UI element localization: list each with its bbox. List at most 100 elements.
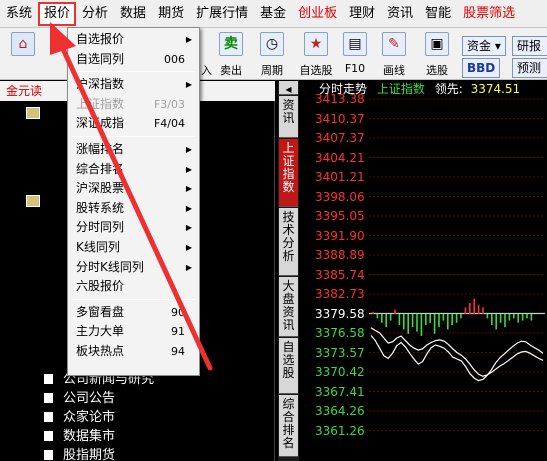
submenu-arrow-icon: ▶: [185, 145, 192, 154]
dropdown-item-shortcut: F3/03: [153, 97, 185, 111]
vertical-tab-3[interactable]: 大盘资讯: [279, 277, 298, 337]
dropdown-item-7[interactable]: 沪深股票 ▶: [68, 179, 199, 198]
menu-item-4[interactable]: 期货: [152, 2, 190, 26]
page-icon: [44, 431, 53, 441]
vertical-tab-4[interactable]: 自选股: [279, 338, 298, 394]
menu-item-10[interactable]: 智能: [419, 2, 457, 26]
menu-item-9[interactable]: 资讯: [381, 2, 419, 26]
research-label: 研报: [517, 39, 542, 53]
submenu-arrow-icon: ▶: [185, 243, 192, 252]
funds-label: 资金: [467, 39, 492, 53]
dropdown-item-0[interactable]: 自选报价 ▶: [68, 30, 199, 49]
funds-button[interactable]: 资金 ▾: [462, 36, 506, 56]
vertical-tab-5[interactable]: 综合排名: [279, 395, 298, 457]
menu-item-7[interactable]: 创业板: [292, 2, 343, 26]
dropdown-item-shortcut: F4/04: [153, 117, 185, 131]
dropdown-item-11[interactable]: 分时K线同列 ▶: [68, 258, 199, 277]
sell-button[interactable]: 卖 卖出: [216, 32, 246, 78]
folder-icon: [26, 195, 40, 207]
dropdown-item-3[interactable]: 上证指数 F3/03: [68, 95, 199, 114]
sell-label: 卖出: [220, 64, 242, 77]
pencil-icon: ✎: [382, 32, 406, 56]
self-select-label: 自选股: [299, 64, 333, 77]
submenu-arrow-icon: ▶: [185, 35, 192, 44]
dropdown-item-label: 深证成指: [76, 116, 125, 131]
dropdown-item-12[interactable]: 六股报价: [68, 277, 199, 296]
dropdown-item-label: 主力大单: [76, 324, 125, 339]
period-button[interactable]: ◷ 周期: [254, 32, 290, 78]
nav-item-label: 股指期货: [63, 448, 116, 461]
menu-item-0[interactable]: 系统: [0, 2, 38, 26]
menu-item-1[interactable]: 报价: [38, 1, 77, 26]
dropdown-item-14[interactable]: 主力大单 91: [68, 322, 199, 341]
dropdown-item-5[interactable]: 涨幅排名 ▶: [68, 140, 199, 159]
dropdown-item-6[interactable]: 综合排名 ▶: [68, 160, 199, 179]
menubar: 系统 报价 分析 数据 期货 扩展行情 基金 创业板 理财 资讯 智能 股票筛选: [0, 0, 547, 28]
menu-item-5[interactable]: 扩展行情: [190, 2, 254, 26]
nav-item-label: 众家论市: [63, 410, 116, 425]
dropdown-item-label: 分时K线同列: [76, 259, 144, 274]
page-icon: [44, 393, 53, 403]
menu-separator: [72, 71, 195, 73]
dropdown-item-shortcut: 94: [171, 345, 185, 358]
f10-button[interactable]: ▤ F10: [340, 32, 370, 78]
f10-label: F10: [344, 62, 366, 75]
dropdown-item-2[interactable]: 沪深指数 ▶: [68, 75, 199, 94]
dropdown-item-13[interactable]: 多窗看盘 90: [68, 303, 199, 322]
clock-icon: ◷: [260, 32, 284, 56]
vertical-tab-2[interactable]: 技术分析: [279, 208, 298, 276]
submenu-arrow-icon: ▶: [185, 80, 192, 90]
menu-item-11[interactable]: 股票筛选: [457, 2, 521, 26]
dropdown-item-shortcut: 006: [164, 52, 185, 66]
document-icon: ▤: [343, 32, 367, 56]
home-button[interactable]: ⌂: [8, 32, 38, 78]
forecast-button[interactable]: 预测: [512, 58, 547, 78]
dropdown-item-label: 板块热点: [76, 344, 125, 358]
dropdown-item-label: 自选同列: [76, 51, 125, 66]
vertical-tab-0[interactable]: 资讯: [279, 96, 298, 138]
nav-item-label: 数据集市: [63, 429, 116, 444]
nav-item-label: 公司公告: [63, 391, 116, 406]
stock-screen-button[interactable]: ▣ 选股: [418, 32, 456, 78]
dropdown-item-label: 分时同列: [76, 220, 125, 235]
nav-item[interactable]: 股指期货: [44, 447, 115, 461]
folder-icon: [26, 107, 40, 119]
quote-dropdown-menu: 自选报价 ▶ 自选同列 006 沪深指数 ▶ 上证指数 F3/03 深证成指 F4/04 涨幅排名 ▶…: [67, 27, 200, 376]
screen-icon: ▣: [425, 32, 449, 56]
bbd-button[interactable]: BBD: [462, 58, 501, 78]
menu-item-3[interactable]: 数据: [114, 2, 152, 26]
submenu-arrow-icon: ▶: [185, 203, 192, 213]
dropdown-item-15[interactable]: 板块热点 94: [68, 342, 199, 361]
star-icon: ★: [304, 32, 328, 56]
intraday-chart: 分时走势 上证指数 领先: 3374.51 3413.38 3410.37 3407…: [299, 81, 547, 461]
dropdown-item-shortcut: 90: [171, 305, 185, 319]
dropdown-item-8[interactable]: 股转系统 ▶: [68, 199, 199, 218]
menu-item-6[interactable]: 基金: [254, 2, 292, 26]
submenu-arrow-icon: ▶: [185, 262, 192, 272]
dropdown-item-label: 股转系统: [76, 200, 125, 215]
home-icon: ⌂: [11, 32, 35, 56]
sell-icon: 卖: [219, 32, 243, 56]
chart-plot: [369, 98, 545, 431]
stock-screen-label: 选股: [426, 64, 448, 77]
menu-item-8[interactable]: 理财: [343, 2, 381, 26]
dropdown-item-label: K线同列: [76, 240, 120, 254]
self-select-button[interactable]: ★ 自选股: [296, 32, 336, 78]
dropdown-item-9[interactable]: 分时同列 ▶: [68, 218, 199, 237]
vertical-tab-1[interactable]: 上证指数: [279, 139, 298, 207]
draw-line-button[interactable]: ✎ 画线: [374, 32, 414, 78]
menu-item-2[interactable]: 分析: [76, 2, 114, 26]
nav-item[interactable]: 数据集市: [44, 428, 115, 446]
research-button[interactable]: 研报: [512, 36, 547, 56]
dropdown-item-10[interactable]: K线同列 ▶: [68, 238, 199, 257]
dropdown-item-4[interactable]: 深证成指 F4/04: [68, 114, 199, 133]
nav-item[interactable]: 公司公告: [44, 390, 115, 408]
dropdown-item-1[interactable]: 自选同列 006: [68, 50, 199, 69]
average-price-line: [370, 327, 544, 377]
dropdown-item-shortcut: 91: [171, 325, 185, 339]
submenu-arrow-icon: ▶: [185, 223, 192, 233]
dropdown-item-label: 沪深指数: [76, 77, 125, 92]
collapse-arrow-icon[interactable]: ◀: [279, 81, 298, 95]
dropdown-item-label: 多窗看盘: [76, 304, 125, 319]
nav-item[interactable]: 众家论市: [44, 409, 115, 427]
